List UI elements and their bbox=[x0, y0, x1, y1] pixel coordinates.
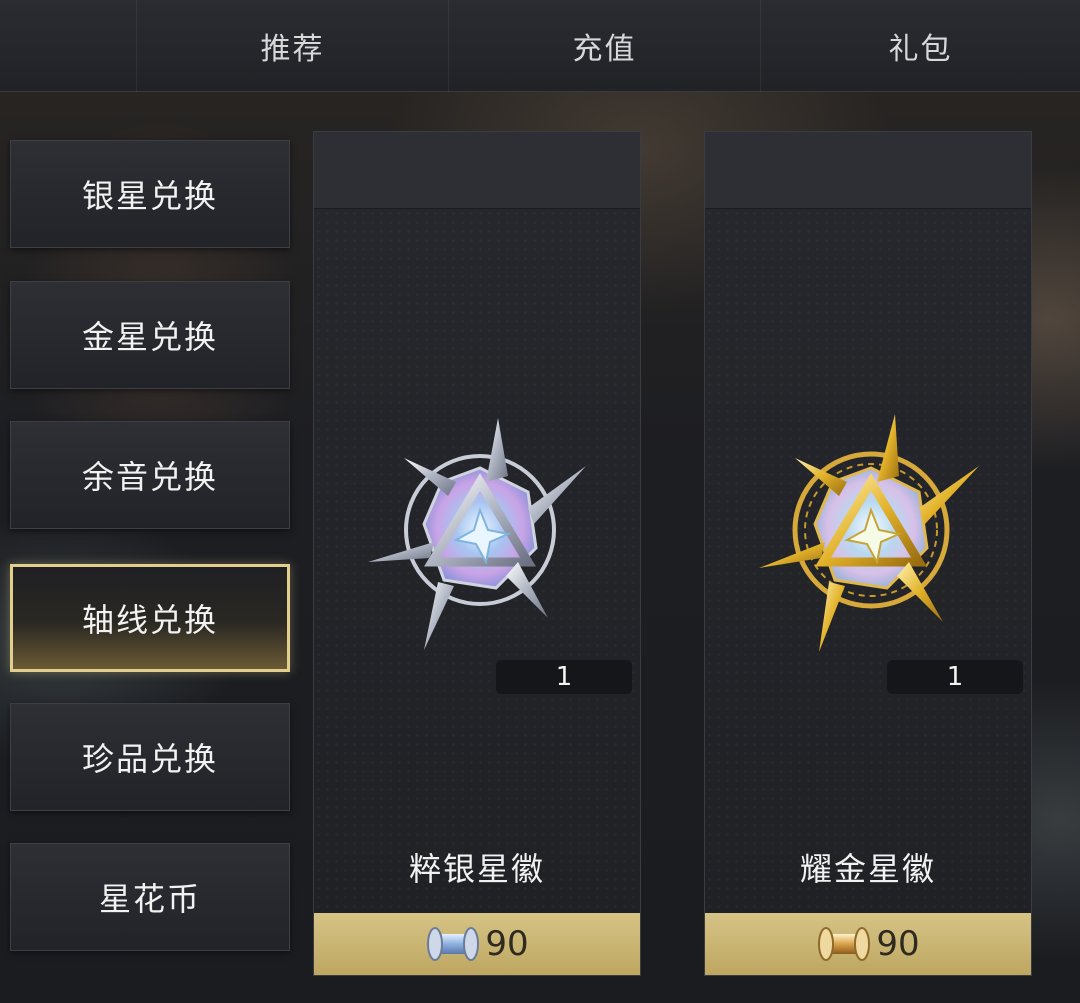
tab-gift-pack[interactable]: 礼包 bbox=[760, 0, 1080, 92]
sidebar-item-silver-star-exchange[interactable]: 银星兑换 bbox=[10, 140, 290, 248]
tab-recharge[interactable]: 充值 bbox=[448, 0, 760, 92]
sidebar-item-gold-star-exchange[interactable]: 金星兑换 bbox=[10, 281, 290, 389]
item-name: 耀金星徽 bbox=[799, 850, 936, 888]
item-quantity: 1 bbox=[887, 660, 1023, 694]
sidebar-item-label: 余音兑换 bbox=[81, 458, 218, 496]
sidebar-item-treasure-exchange[interactable]: 珍品兑换 bbox=[10, 703, 290, 811]
shop-screen: 推荐 充值 礼包 银星兑换 金星兑换 余音兑换 轴线兑换 珍品兑换 星花币 1 … bbox=[0, 0, 1080, 1003]
gold-spool-icon bbox=[818, 927, 871, 961]
item-name: 粹银星徽 bbox=[408, 850, 545, 888]
product-card[interactable]: 1 粹银星徽 90 bbox=[313, 131, 641, 976]
sidebar-item-label: 轴线兑换 bbox=[81, 601, 218, 639]
price-value: 90 bbox=[485, 924, 529, 964]
sidebar-item-spool-exchange[interactable]: 轴线兑换 bbox=[10, 564, 290, 672]
silver-star-badge-icon bbox=[368, 418, 586, 650]
sidebar-item-label: 珍品兑换 bbox=[81, 740, 218, 778]
product-card[interactable]: 1 耀金星徽 90 bbox=[704, 131, 1032, 976]
sidebar-item-label: 金星兑换 bbox=[81, 318, 218, 356]
card-header bbox=[314, 132, 640, 209]
sidebar-item-echo-exchange[interactable]: 余音兑换 bbox=[10, 421, 290, 529]
sidebar-item-star-flower-coin[interactable]: 星花币 bbox=[10, 843, 290, 951]
price-button[interactable]: 90 bbox=[314, 913, 640, 975]
gold-star-badge-icon bbox=[759, 414, 979, 652]
sidebar-item-label: 银星兑换 bbox=[81, 177, 218, 215]
price-value: 90 bbox=[876, 924, 920, 964]
card-header bbox=[705, 132, 1031, 209]
silver-spool-icon bbox=[427, 927, 480, 961]
price-button[interactable]: 90 bbox=[705, 913, 1031, 975]
sidebar-item-label: 星花币 bbox=[98, 880, 201, 918]
tab-recommend[interactable]: 推荐 bbox=[136, 0, 448, 92]
top-tab-bar: 推荐 充值 礼包 bbox=[0, 0, 1080, 92]
item-quantity: 1 bbox=[496, 660, 632, 694]
